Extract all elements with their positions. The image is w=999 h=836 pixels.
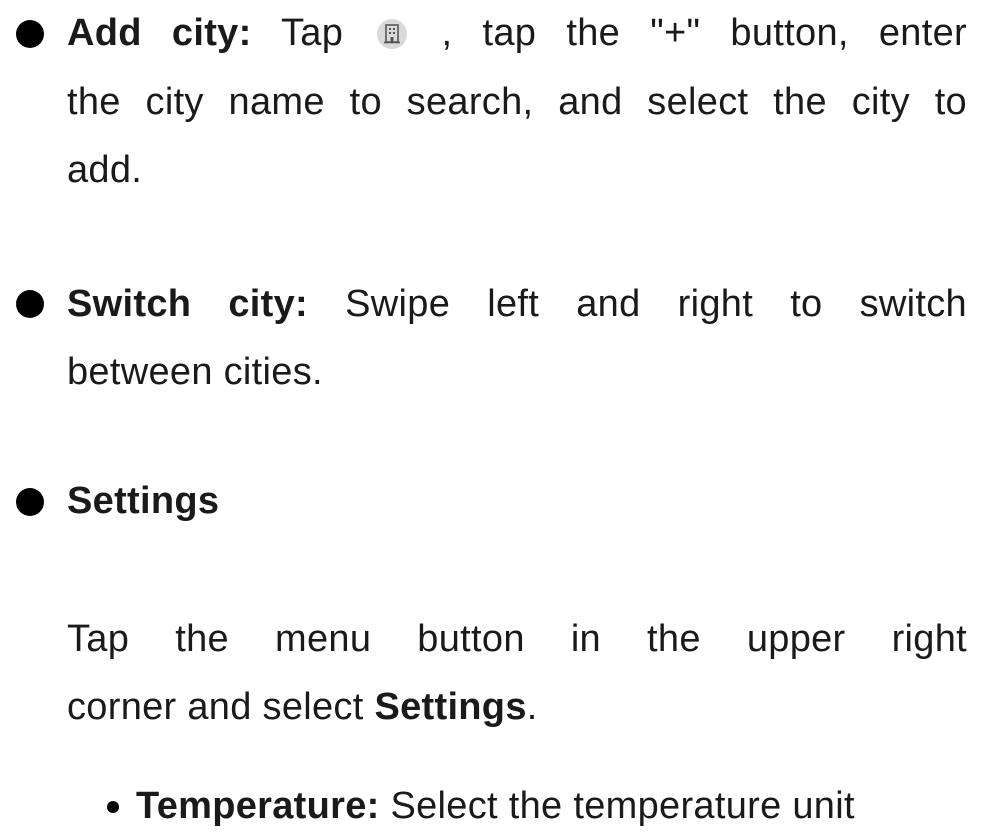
bullet-dot [16,488,44,516]
settings-line-2: corner and select Settings. [67,684,967,730]
sub-bullet-dot [107,801,119,813]
switch-city-heading: Switch city: [67,283,309,325]
manual-page: Add city: Tap , tap the "+" button, ente… [0,0,999,836]
switch-city-line-2: between cities. [67,351,323,393]
add-city-line-2: the city name to search, and select the … [67,81,967,123]
settings-line-1: Tap the menu button in the upper right [67,618,967,660]
settings-heading-line: Settings [67,478,967,524]
add-city-line-1: Add city: Tap , tap the "+" button, ente… [67,10,967,56]
bullet-dot [16,290,44,318]
temperature-text: Select the temperature unit [379,785,855,827]
add-city-line-3: add. [67,149,143,191]
settings-text-a: corner and select [67,686,375,728]
switch-city-line-1: Switch city: Swipe left and right to swi… [67,281,967,327]
add-city-heading: Add city: [67,12,252,54]
add-city-text-a: Tap [251,12,374,54]
bullet-dot [16,20,44,48]
building-icon [377,19,408,49]
settings-menu-item: Settings [374,686,527,728]
temperature-line-1: Temperature: Select the temperature unit [136,783,968,829]
settings-text-b: . [526,686,538,728]
add-city-text-b: , tap the "+" button, enter [411,12,967,54]
settings-heading: Settings [67,480,220,522]
switch-city-text: Swipe left and right to switch [308,283,967,325]
temperature-heading: Temperature: [136,785,380,827]
